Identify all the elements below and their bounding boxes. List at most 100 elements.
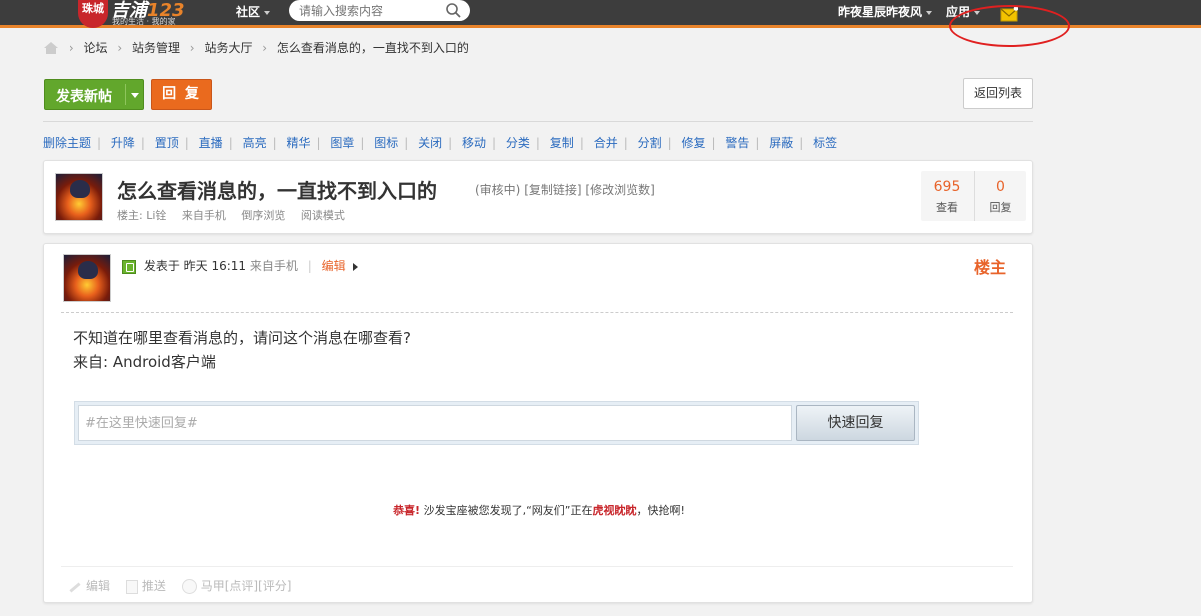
mod-separator: | xyxy=(711,136,716,150)
mod-separator: | xyxy=(97,136,102,150)
post-divider xyxy=(61,312,1013,313)
views-count: 695 xyxy=(933,179,961,195)
chevron-down-icon[interactable] xyxy=(131,93,139,98)
mod-close[interactable]: 关闭 xyxy=(418,136,442,150)
breadcrumb-item-hall[interactable]: 站务大厅 xyxy=(204,41,252,55)
mod-separator: | xyxy=(492,136,497,150)
search-input[interactable] xyxy=(299,3,439,18)
from-mobile-label: 来自手机 xyxy=(249,259,298,273)
avatar[interactable] xyxy=(63,254,111,302)
mod-merge[interactable]: 合并 xyxy=(594,136,618,150)
mod-separator: | xyxy=(535,136,540,150)
mod-separator: | xyxy=(755,136,760,150)
mod-highlight[interactable]: 高亮 xyxy=(243,136,267,150)
caret-right-icon[interactable] xyxy=(353,262,359,271)
breadcrumb-separator: › xyxy=(117,40,123,55)
community-label: 社区 xyxy=(236,5,261,19)
mod-bump[interactable]: 升降 xyxy=(111,136,135,150)
mod-move[interactable]: 移动 xyxy=(462,136,486,150)
community-menu[interactable]: 社区 xyxy=(236,3,271,20)
mod-separator: | xyxy=(184,136,189,150)
user-menu[interactable]: 昨夜星辰昨夜风 xyxy=(838,3,933,20)
edit-views-link[interactable]: [修改浏览数] xyxy=(585,183,654,197)
reply-button[interactable]: 回 复 xyxy=(151,79,212,110)
footer-edit-label: 编辑 xyxy=(86,579,111,593)
replies-label: 回复 xyxy=(989,201,1012,214)
edit-link[interactable]: 编辑 xyxy=(322,259,346,273)
mod-separator: | xyxy=(667,136,672,150)
back-to-list-button[interactable]: 返回列表 xyxy=(963,78,1033,109)
post-header: 发表于 昨天 16:11 来自手机 | 编辑 xyxy=(122,257,359,274)
quick-reply-box: 快速回复 xyxy=(74,401,919,445)
post-footer-divider xyxy=(61,566,1013,567)
post-header-separator: | xyxy=(307,259,312,273)
search-box xyxy=(289,0,470,21)
breadcrumb-separator: › xyxy=(262,40,268,55)
replies-count: 0 xyxy=(996,179,1005,195)
divider xyxy=(43,121,1033,122)
reverse-view-link[interactable]: 倒序浏览 xyxy=(241,209,285,222)
mod-live[interactable]: 直播 xyxy=(199,136,223,150)
sofa-text: ，快抢啊! xyxy=(636,504,685,517)
search-icon[interactable] xyxy=(445,2,461,18)
mod-block[interactable]: 屏蔽 xyxy=(769,136,793,150)
thread-header: 怎么查看消息的，一直找不到入口的 (审核中) [复制链接] [修改浏览数] 楼主… xyxy=(43,160,1033,234)
copy-link[interactable]: [复制链接] xyxy=(524,183,581,197)
from-mobile-link[interactable]: 来自手机 xyxy=(182,209,226,222)
mod-repair[interactable]: 修复 xyxy=(681,136,705,150)
new-post-button[interactable]: 发表新帖 xyxy=(44,79,144,110)
mod-split[interactable]: 分割 xyxy=(638,136,662,150)
footer-edit-button[interactable]: 编辑 xyxy=(68,579,110,593)
mod-icon[interactable]: 图标 xyxy=(374,136,398,150)
mod-separator: | xyxy=(140,136,145,150)
mod-separator: | xyxy=(228,136,233,150)
sofa-highlight: 虎视眈眈 xyxy=(592,504,637,517)
floor-label: 楼主 xyxy=(973,258,1006,277)
chevron-down-icon xyxy=(926,10,933,15)
quick-reply-input[interactable] xyxy=(78,405,792,441)
post-source-line: 来自: Android客户端 xyxy=(73,353,216,371)
avatar[interactable] xyxy=(55,173,103,221)
mod-separator: | xyxy=(579,136,584,150)
mod-sticky[interactable]: 置顶 xyxy=(155,136,179,150)
thread-meta: (审核中) [复制链接] [修改浏览数] xyxy=(475,181,655,198)
quick-reply-button[interactable]: 快速回复 xyxy=(796,405,915,441)
replies-stat: 0 回复 xyxy=(974,171,1026,221)
thread-title: 怎么查看消息的，一直找不到入口的 xyxy=(117,179,437,203)
footer-push-button[interactable]: 推送 xyxy=(125,579,166,594)
breadcrumb-item-thread[interactable]: 怎么查看消息的，一直找不到入口的 xyxy=(277,41,469,55)
mod-category[interactable]: 分类 xyxy=(506,136,530,150)
thread-status: (审核中) xyxy=(475,183,521,197)
button-divider xyxy=(125,84,126,105)
username: 昨夜星辰昨夜风 xyxy=(838,5,923,19)
mod-digest[interactable]: 精华 xyxy=(286,136,310,150)
views-label: 查看 xyxy=(936,201,958,214)
mod-copy[interactable]: 复制 xyxy=(550,136,574,150)
mod-warn[interactable]: 警告 xyxy=(725,136,749,150)
post: 发表于 昨天 16:11 来自手机 | 编辑 楼主 不知道在哪里查看消息的，请问… xyxy=(43,243,1033,603)
footer-majia-button[interactable]: 马甲[点评][评分] xyxy=(181,579,291,594)
read-mode-link[interactable]: 阅读模式 xyxy=(301,209,345,222)
mod-delete-thread[interactable]: 删除主题 xyxy=(43,136,91,150)
thread-owner[interactable]: 楼主: Li铨 xyxy=(117,209,166,222)
mod-stamp[interactable]: 图章 xyxy=(330,136,354,150)
breadcrumb-item-admin[interactable]: 站务管理 xyxy=(132,41,180,55)
site-logo[interactable]: 珠城 吉浦123 我的生活 · 我的家 xyxy=(78,0,196,28)
thread-subinfo: 楼主: Li铨 来自手机 倒序浏览 阅读模式 xyxy=(117,207,357,223)
breadcrumb-item-forum[interactable]: 论坛 xyxy=(83,41,107,55)
logo-seal-icon: 珠城 xyxy=(78,0,108,28)
pencil-icon xyxy=(68,581,82,593)
post-time: 发表于 昨天 16:11 xyxy=(143,259,247,273)
footer-push-label: 推送 xyxy=(141,579,166,593)
mod-separator: | xyxy=(448,136,453,150)
mod-separator: | xyxy=(623,136,628,150)
home-icon[interactable] xyxy=(43,41,59,55)
chevron-down-icon xyxy=(264,10,271,15)
mod-tags[interactable]: 标签 xyxy=(813,136,837,150)
new-post-label: 发表新帖 xyxy=(56,89,112,105)
mod-separator: | xyxy=(799,136,804,150)
breadcrumb-separator: › xyxy=(189,40,195,55)
mod-separator: | xyxy=(316,136,321,150)
sofa-text: “网友们”正在 xyxy=(526,504,593,517)
post-text-line: 不知道在哪里查看消息的，请问这个消息在哪查看? xyxy=(73,329,411,347)
